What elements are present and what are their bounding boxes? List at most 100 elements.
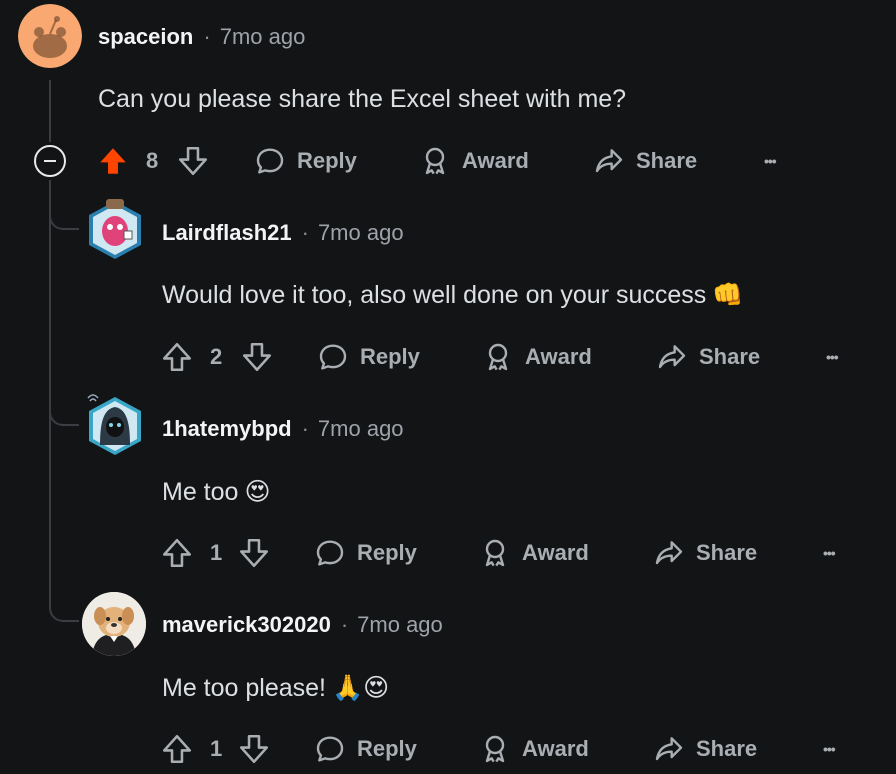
avatar[interactable] [82,195,148,265]
comment-text: Me too [162,477,239,506]
more-options-button[interactable]: ••• [823,729,836,769]
upvote-button[interactable] [160,729,194,769]
award-icon [488,343,508,371]
timestamp[interactable]: 7mo ago [318,416,404,442]
action-bar: 8 Reply Award Share ••• [96,141,796,181]
avatar[interactable] [82,391,148,461]
collapse-thread-button[interactable] [34,145,66,177]
reply-icon [319,344,347,370]
upvote-icon [162,734,192,764]
vote-count: 8 [146,148,159,173]
upvote-icon [162,342,192,372]
thread-branch-1 [49,180,79,230]
share-button[interactable]: Share [593,141,697,181]
separator-dot: · [340,612,349,637]
username[interactable]: Lairdflash21 [162,220,292,246]
more-options-button[interactable]: ••• [826,337,839,377]
award-label: Award [522,540,589,565]
comment-header: maverick302020 · 7mo ago [162,610,443,640]
award-button[interactable]: Award [419,141,529,181]
award-label: Award [525,344,592,369]
award-icon [485,539,505,567]
vote-count: 2 [210,344,223,369]
vote-count: 1 [210,540,223,565]
separator-dot: · [203,24,211,49]
more-options-button[interactable]: ••• [764,141,777,181]
avatar[interactable] [18,4,82,68]
pray-heart-eyes-emoji: 🙏😍 [332,674,390,702]
timestamp[interactable]: 7mo ago [318,220,404,246]
comment-thread: spaceion · 7mo ago Can you please share … [0,0,896,774]
downvote-button[interactable] [240,337,274,377]
share-icon [658,345,686,369]
upvote-icon [162,538,192,568]
upvote-button[interactable] [160,533,194,573]
heart-eyes-emoji: 😍 [244,478,271,506]
reply-icon [256,148,284,174]
downvote-button[interactable] [237,533,271,573]
snoo-avatar-icon [18,4,82,68]
award-button[interactable]: Award [479,533,589,573]
vote-count: 1 [210,736,223,761]
ellipsis-icon: ••• [764,153,777,169]
separator-dot: · [301,416,309,441]
reply-button[interactable]: Reply [254,141,357,181]
award-icon [425,147,445,175]
share-icon [655,737,683,761]
comment-text: Can you please share the Excel sheet wit… [98,85,627,113]
username[interactable]: spaceion [98,24,193,50]
downvote-icon [178,146,208,176]
comment-body: Me too please! 🙏😍 [162,673,389,703]
share-label: Share [699,344,761,369]
timestamp[interactable]: 7mo ago [357,612,443,638]
username[interactable]: maverick302020 [162,612,331,638]
downvote-icon [239,734,269,764]
action-bar: 1 Reply Award Share ••• [160,729,860,769]
share-button[interactable]: Share [656,337,760,377]
dog-photo-avatar-icon [82,592,146,656]
timestamp[interactable]: 7mo ago [220,24,306,50]
downvote-icon [242,342,272,372]
username[interactable]: 1hatemybpd [162,416,292,442]
thread-line-parent [49,80,51,142]
reply-label: Reply [297,148,357,173]
award-icon [485,735,505,763]
award-label: Award [522,736,589,761]
reply-button[interactable]: Reply [317,337,420,377]
award-label: Award [462,148,529,173]
reply-label: Reply [360,344,420,369]
share-button[interactable]: Share [653,533,757,573]
comment-body: Would love it too, also well done on you… [162,281,743,310]
minus-icon [44,160,56,162]
award-button[interactable]: Award [482,337,592,377]
fist-bump-emoji: 👊 [712,281,744,309]
reply-button[interactable]: Reply [314,729,417,769]
downvote-button[interactable] [176,141,210,181]
separator-dot: · [301,220,309,245]
avatar[interactable] [82,592,146,656]
ellipsis-icon: ••• [823,741,836,757]
upvote-button[interactable] [96,141,130,181]
upvote-button[interactable] [160,337,194,377]
share-label: Share [636,148,698,173]
thread-branch-2 [49,380,79,426]
downvote-button[interactable] [237,729,271,769]
thread-branch-3 [49,576,79,622]
share-label: Share [696,736,758,761]
more-options-button[interactable]: ••• [823,533,836,573]
ellipsis-icon: ••• [823,545,836,561]
comment-text: Me too please! [162,673,326,702]
hexagon-avatar-icon [87,394,141,455]
share-button[interactable]: Share [653,729,757,769]
award-button[interactable]: Award [479,729,589,769]
comment-header: 1hatemybpd · 7mo ago [162,414,404,444]
comment-body: Me too 😍 [162,477,271,507]
share-icon [655,541,683,565]
comment-header: Lairdflash21 · 7mo ago [162,218,404,248]
upvote-filled-icon [100,148,126,174]
reply-button[interactable]: Reply [314,533,417,573]
share-icon [595,149,623,173]
reply-icon [316,736,344,762]
reply-icon [316,540,344,566]
share-label: Share [696,540,758,565]
